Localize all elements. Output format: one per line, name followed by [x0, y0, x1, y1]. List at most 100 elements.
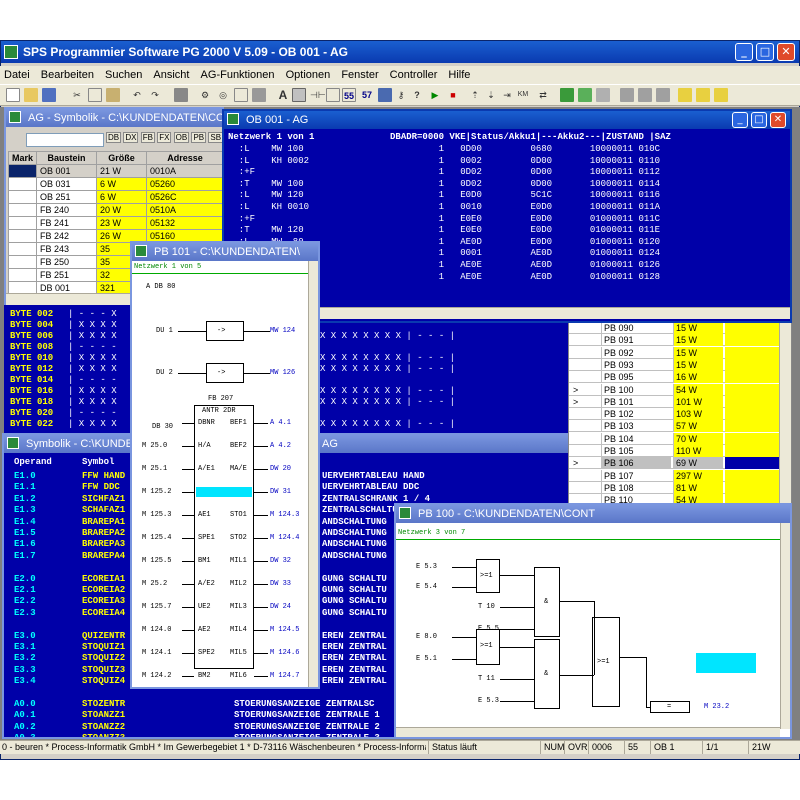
ag-symbolik-titlebar[interactable]: AG - Symbolik - C:\KUNDENDATEN\CONTRO [6, 109, 222, 127]
code-line[interactable]: :L KH 0002 1 0002 0D00 10000011 0110 [228, 156, 660, 166]
symbol-cell[interactable]: BRAREPA4 [82, 551, 125, 561]
pb100-titlebar[interactable]: PB 100 - C:\KUNDENDATEN\CONT [396, 505, 790, 523]
mode-57-icon[interactable]: 57 [360, 88, 374, 102]
ob-maximize-button[interactable]: □ [751, 112, 767, 128]
pb101-titlebar[interactable]: PB 101 - C:\KUNDENDATEN\ [132, 243, 318, 261]
menu-ansicht[interactable]: Ansicht [149, 69, 193, 81]
list-item[interactable]: > PB 106 69 W [569, 457, 779, 470]
pb100-vscroll[interactable] [780, 523, 790, 729]
save-icon[interactable] [42, 88, 56, 102]
tile-icon[interactable] [678, 88, 692, 102]
sort-down-icon[interactable]: ⇣ [484, 88, 498, 102]
symbol-cell[interactable]: SCHAFAZ1 [82, 505, 125, 515]
ob-minimize-button[interactable]: _ [732, 112, 748, 128]
filter-fx-button[interactable]: FX [157, 132, 172, 143]
open-folder-icon[interactable] [24, 88, 38, 102]
symbol-cell[interactable]: ECOREIA4 [82, 608, 125, 618]
symbol-cell[interactable]: ECOREIA2 [82, 585, 125, 595]
cut-icon[interactable]: ✂ [70, 88, 84, 102]
filter-input[interactable] [26, 133, 104, 147]
close-button[interactable]: ✕ [777, 43, 795, 61]
register-icon[interactable]: KM [516, 88, 530, 102]
list-item[interactable]: > PB 100 54 W [569, 383, 779, 396]
symbol-cell[interactable]: BRAREPA2 [82, 528, 125, 538]
sort-up-icon[interactable]: ⇡ [468, 88, 482, 102]
list-item[interactable]: PB 104 70 W [569, 432, 779, 445]
print-list-icon[interactable] [620, 88, 634, 102]
transfer-icon[interactable] [378, 88, 392, 102]
stop-icon[interactable]: ■ [446, 88, 460, 102]
mode-55-icon[interactable]: 55 [342, 88, 356, 102]
code-line[interactable]: :L KH 0010 1 0010 E0D0 10000011 011A [228, 202, 660, 212]
paste-icon[interactable] [106, 88, 120, 102]
list-item[interactable]: PB 090 15 W [569, 322, 779, 334]
force-icon[interactable]: ⇄ [536, 88, 550, 102]
col-adresse[interactable]: Adresse [146, 151, 222, 165]
col-baustein[interactable]: Baustein [36, 151, 98, 165]
menu-suchen[interactable]: Suchen [101, 69, 146, 81]
table-row[interactable]: OB 001 21 W 0010A [7, 164, 222, 178]
new-file-icon[interactable] [6, 88, 20, 102]
disk-icon[interactable] [252, 88, 266, 102]
filter-dx-button[interactable]: DX [123, 132, 139, 143]
contact-icon[interactable]: ⊣⊢ [310, 88, 326, 102]
pb101-vscroll[interactable] [308, 261, 318, 687]
ag-icon[interactable] [578, 88, 592, 102]
cascade-icon[interactable] [696, 88, 710, 102]
symbol-cell[interactable]: SICHFAZ1 [82, 494, 125, 504]
filter-fb-button[interactable]: FB [140, 132, 155, 143]
code-line[interactable]: :L MW 100 1 0D00 0680 10000011 010C [228, 144, 660, 154]
list-item[interactable]: PB 105 110 W [569, 445, 779, 457]
list-item[interactable]: PB 093 15 W [569, 358, 779, 371]
compare-icon[interactable] [596, 88, 610, 102]
settings-icon[interactable]: ⚙ [198, 88, 212, 102]
import-icon[interactable] [656, 88, 670, 102]
symbol-cell[interactable]: ECOREIA3 [82, 596, 125, 606]
arrange-icon[interactable] [714, 88, 728, 102]
symbol-cell[interactable]: STOQUIZ3 [82, 665, 125, 675]
table-row[interactable]: FB 241 23 W 05132 [7, 216, 222, 230]
code-line[interactable]: :T MW 100 1 0D02 0D00 10000011 0114 [228, 179, 660, 189]
maximize-button[interactable]: □ [756, 43, 774, 61]
list-item[interactable]: > PB 101 101 W [569, 395, 779, 408]
list-item[interactable]: PB 103 57 W [569, 420, 779, 433]
col-mark[interactable]: Mark [7, 151, 38, 165]
pb100-hscroll[interactable] [396, 727, 780, 737]
menu-fenster[interactable]: Fenster [337, 69, 382, 81]
symbol-cell[interactable]: STOANZZ3 [82, 733, 125, 737]
coil-icon[interactable] [326, 88, 340, 102]
menu-controller[interactable]: Controller [386, 69, 442, 81]
target-icon[interactable]: ◎ [216, 88, 230, 102]
help-icon[interactable]: ? [410, 88, 424, 102]
print-icon[interactable] [174, 88, 188, 102]
symbol-cell[interactable]: STOANZZ2 [82, 722, 125, 732]
symbol-cell[interactable]: BRAREPA3 [82, 539, 125, 549]
main-titlebar[interactable]: SPS Programmier Software PG 2000 V 5.09 … [1, 41, 799, 63]
menu-hilfe[interactable]: Hilfe [444, 69, 474, 81]
symbol-cell[interactable]: BRAREPA1 [82, 517, 125, 527]
redo-icon[interactable]: ↷ [148, 88, 162, 102]
window-icon[interactable] [234, 88, 248, 102]
code-line[interactable]: :L MW 120 1 E0D0 5C1C 10000011 0116 [228, 190, 660, 200]
table-row[interactable]: OB 031 6 W 05260 [7, 177, 222, 191]
table-row[interactable]: FB 240 20 W 0510A [7, 203, 222, 217]
symbol-cell[interactable]: STOQUIZ2 [82, 653, 125, 663]
filter-db-button[interactable]: DB [106, 132, 122, 143]
key-icon[interactable]: ⚷ [394, 88, 408, 102]
export-icon[interactable] [638, 88, 652, 102]
symbol-cell[interactable]: FFW HAND [82, 471, 125, 481]
copy-icon[interactable] [88, 88, 102, 102]
code-line[interactable]: :T MW 120 1 E0E0 E0D0 01000011 011E [228, 225, 660, 235]
menu-datei[interactable]: Datei [0, 69, 34, 81]
undo-icon[interactable]: ↶ [130, 88, 144, 102]
list-item[interactable]: PB 091 15 W [569, 334, 779, 347]
run-icon[interactable]: ▶ [428, 88, 442, 102]
filter-pb-button[interactable]: PB [191, 132, 207, 143]
list-item[interactable]: PB 095 16 W [569, 371, 779, 384]
list-item[interactable]: PB 108 81 W [569, 481, 779, 494]
menu-ag-funktionen[interactable]: AG-Funktionen [197, 69, 279, 81]
online-icon[interactable] [560, 88, 574, 102]
symbol-cell[interactable]: QUIZENTR [82, 631, 125, 641]
step-icon[interactable]: ⇥ [500, 88, 514, 102]
block-icon[interactable] [292, 88, 306, 102]
